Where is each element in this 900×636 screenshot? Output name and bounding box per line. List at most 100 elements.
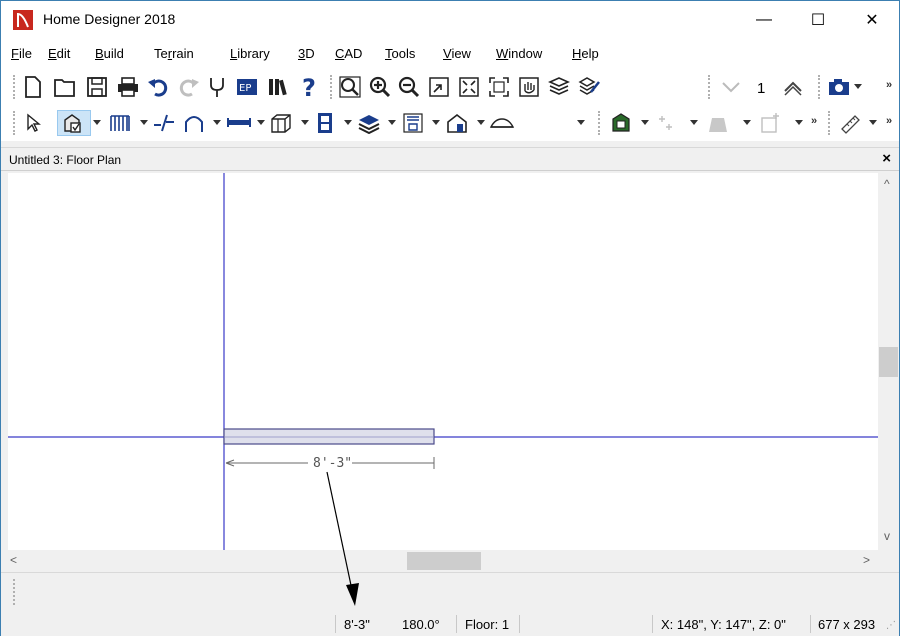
arch-tool-icon[interactable] <box>181 110 207 136</box>
room-tool-icon[interactable] <box>400 110 426 136</box>
horizontal-scroll-thumb[interactable] <box>407 552 481 570</box>
page-setup-icon[interactable]: EP <box>234 74 260 100</box>
text-tool-icon[interactable] <box>608 110 634 136</box>
plugin-icon[interactable] <box>204 74 230 100</box>
floor-up-icon[interactable] <box>780 74 806 100</box>
floor-plan-canvas[interactable]: 8'-3" <box>8 173 878 550</box>
svg-text:EP: EP <box>239 83 251 94</box>
pan-icon[interactable] <box>516 74 542 100</box>
menu-view[interactable]: View <box>443 46 471 61</box>
menu-window[interactable]: Window <box>496 46 542 61</box>
railing-dropdown-arrow[interactable] <box>257 120 265 125</box>
redo-icon[interactable] <box>175 74 201 100</box>
toolbar2-overflow-button[interactable]: » <box>811 115 817 127</box>
status-coordinates: X: 148", Y: 147", Z: 0" <box>661 617 786 632</box>
library-icon[interactable] <box>265 74 291 100</box>
scroll-up-icon[interactable]: ^ <box>884 177 890 191</box>
camera-icon[interactable] <box>826 74 852 100</box>
stairs-tool-icon[interactable] <box>356 110 382 136</box>
save-icon[interactable] <box>84 74 110 100</box>
layers-icon[interactable] <box>546 74 572 100</box>
scroll-left-icon[interactable]: < <box>10 553 17 567</box>
menu-terrain[interactable]: Terrain <box>154 46 194 61</box>
window-tool-icon[interactable] <box>312 110 338 136</box>
railing-icon[interactable] <box>226 110 252 136</box>
toolbar-grip[interactable] <box>708 75 711 99</box>
cabinet-dropdown-arrow[interactable] <box>301 120 309 125</box>
menu-tools[interactable]: Tools <box>385 46 415 61</box>
fill-window-building-icon[interactable] <box>486 74 512 100</box>
cabinet-icon[interactable] <box>268 110 294 136</box>
toolbar-overflow-button[interactable]: » <box>886 79 892 91</box>
toolbar-grip[interactable] <box>13 579 16 605</box>
zoom-out-icon[interactable] <box>396 74 422 100</box>
minimize-button[interactable]: — <box>741 1 787 39</box>
wall-tool-dropdown-arrow[interactable] <box>140 120 148 125</box>
close-document-button[interactable]: × <box>882 150 891 167</box>
room-tool-dropdown-arrow[interactable] <box>432 120 440 125</box>
wall-segment[interactable] <box>223 428 435 445</box>
horizontal-scrollbar[interactable]: < > <box>1 550 878 572</box>
toolbar2-end-overflow-button[interactable]: » <box>886 115 892 127</box>
zoom-box-icon[interactable] <box>426 74 452 100</box>
toolbar-grip[interactable] <box>330 75 333 99</box>
edit-layers-icon[interactable] <box>576 74 602 100</box>
terrain-icon[interactable] <box>489 110 515 136</box>
toolbar-grip[interactable] <box>598 111 601 135</box>
zoom-icon[interactable] <box>337 74 363 100</box>
menu-3d[interactable]: 3D <box>298 46 315 61</box>
break-wall-icon[interactable] <box>151 110 177 136</box>
menu-cad[interactable]: CAD <box>335 46 362 61</box>
terrain-dropdown-arrow[interactable] <box>577 120 585 125</box>
menu-file[interactable]: File <box>11 46 32 61</box>
roof-tool-icon[interactable] <box>444 110 470 136</box>
print-icon[interactable] <box>115 74 141 100</box>
undo-icon[interactable] <box>146 74 172 100</box>
menu-build[interactable]: Build <box>95 46 124 61</box>
camera-view-dropdown-arrow[interactable] <box>743 120 751 125</box>
arch-tool-dropdown-arrow[interactable] <box>213 120 221 125</box>
scroll-right-icon[interactable]: > <box>863 553 870 567</box>
fixture-icon[interactable] <box>757 110 783 136</box>
symbol-icon[interactable] <box>653 110 679 136</box>
menu-library[interactable]: Library <box>230 46 270 61</box>
close-window-button[interactable]: ✕ <box>849 1 895 39</box>
select-objects-dropdown-arrow[interactable] <box>93 120 101 125</box>
select-arrow-icon[interactable] <box>20 110 46 136</box>
new-file-icon[interactable] <box>20 74 46 100</box>
resize-grip-icon[interactable]: ⋰ <box>886 620 896 631</box>
toolbar-grip[interactable] <box>13 75 16 99</box>
lower-toolbar-area <box>1 572 899 612</box>
maximize-button[interactable]: ☐ <box>795 1 841 39</box>
open-folder-icon[interactable] <box>52 74 78 100</box>
scroll-down-icon[interactable]: v <box>884 529 890 543</box>
camera-view-icon[interactable] <box>705 110 731 136</box>
symbol-dropdown-arrow[interactable] <box>690 120 698 125</box>
toolbar-grip[interactable] <box>828 111 831 135</box>
toolbar-grip[interactable] <box>818 75 821 99</box>
text-tool-dropdown-arrow[interactable] <box>641 120 649 125</box>
camera-dropdown-arrow[interactable] <box>854 84 862 89</box>
stairs-tool-dropdown-arrow[interactable] <box>388 120 396 125</box>
select-objects-icon[interactable] <box>57 110 91 136</box>
status-angle: 180.0° <box>402 617 440 632</box>
vertical-scrollbar[interactable]: ^ v <box>878 173 899 550</box>
floor-down-icon[interactable] <box>718 74 744 100</box>
menu-help[interactable]: Help <box>572 46 599 61</box>
fixture-dropdown-arrow[interactable] <box>795 120 803 125</box>
zoom-in-icon[interactable] <box>367 74 393 100</box>
vertical-scroll-thumb[interactable] <box>879 347 898 377</box>
minimize-icon: — <box>756 11 772 28</box>
roof-tool-dropdown-arrow[interactable] <box>477 120 485 125</box>
dimension-tool-dropdown-arrow[interactable] <box>869 120 877 125</box>
menu-edit[interactable]: Edit <box>48 46 70 61</box>
status-length: 8'-3" <box>344 617 370 632</box>
title-bar[interactable]: Home Designer 2018 — ☐ ✕ <box>1 1 899 39</box>
build-toolbar: » » <box>1 105 899 141</box>
dimension-tool-icon[interactable] <box>838 110 864 136</box>
wall-tool-icon[interactable] <box>107 110 133 136</box>
window-tool-dropdown-arrow[interactable] <box>344 120 352 125</box>
toolbar-grip[interactable] <box>13 111 16 135</box>
fill-window-icon[interactable] <box>456 74 482 100</box>
help-icon[interactable]: ? <box>297 74 323 100</box>
